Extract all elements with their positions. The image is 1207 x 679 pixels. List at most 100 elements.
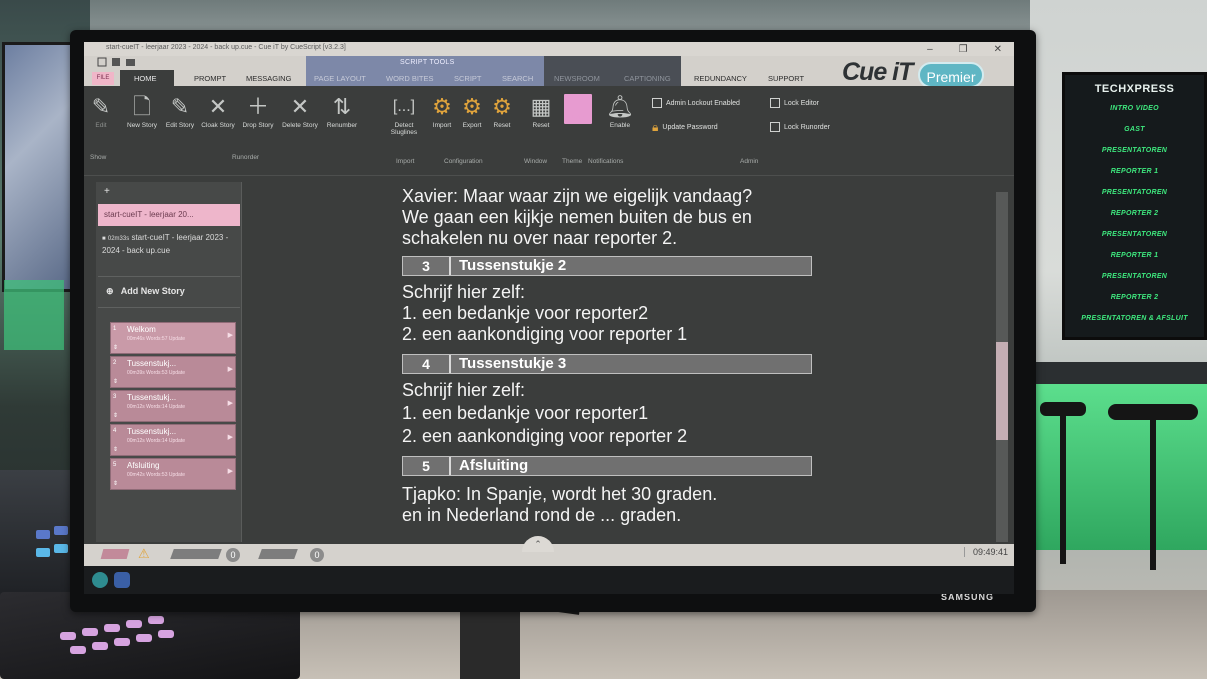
admin-lockout-checkbox[interactable]: Admin Lockout Enabled (652, 98, 740, 108)
grip-icon[interactable]: ⇕ (113, 480, 118, 487)
story-marker[interactable]: 4 Tussenstukje 3 (402, 354, 812, 374)
mixer-key (126, 620, 142, 628)
rundown-item: PRESENTATOREN (1101, 189, 1168, 196)
story-marker-number: 3 (403, 257, 451, 275)
quick-access-icons[interactable] (96, 56, 220, 68)
cloak-story-button[interactable]: ✕ Cloak Story (196, 94, 240, 129)
ribbon: ✎ Edit 🗋 New Story ✎ Edit Story ✕ Cloak … (84, 86, 1014, 176)
bar-icon (170, 549, 222, 559)
lock-editor-checkbox[interactable]: Lock Editor (770, 98, 819, 108)
lock-runorder-checkbox[interactable]: Lock Runorder (770, 122, 830, 132)
story-panel: + start-cueIT - leerjaar 20... ■ 02m33s … (96, 182, 242, 542)
story-meta: 00m46s Words:57 Update (127, 336, 185, 342)
expand-plus-icon[interactable]: + (104, 186, 110, 197)
rundown-item: REPORTER 2 (1110, 210, 1159, 217)
rundown-item: REPORTER 1 (1110, 168, 1159, 175)
play-arrow-icon: ▶ (227, 366, 233, 373)
prompter-area[interactable]: Xavier: Maar waar zijn we eigelijk vanda… (242, 182, 990, 542)
story-number: 2 (113, 360, 117, 366)
grip-icon[interactable]: ⇕ (113, 344, 118, 351)
play-arrow-icon: ▶ (227, 332, 233, 339)
story-meta: 00m42s Words:53 Update (127, 472, 185, 478)
edit-button[interactable]: ✎ Edit (86, 94, 116, 129)
tab-file[interactable]: FILE (92, 72, 114, 85)
speed-icon[interactable] (100, 549, 130, 559)
story-item[interactable]: 4 Tussenstukj... 00m12s Words:14 Update … (110, 424, 236, 456)
story-marker[interactable]: 3 Tussenstukje 2 (402, 256, 812, 276)
tab-prompt[interactable]: PROMPT (194, 74, 226, 83)
cue-it-taskbar-icon[interactable] (92, 572, 108, 588)
update-password-button[interactable]: 🔒︎ Update Password (652, 120, 718, 135)
mixer-key (92, 642, 108, 650)
rundown-item: INTRO VIDEO (1110, 105, 1159, 112)
story-name: Welkom (127, 325, 156, 334)
delete-story-button[interactable]: ✕ Delete Story (278, 94, 322, 129)
stool-leg (1150, 420, 1156, 570)
enable-notifications-button[interactable]: 🔔︎ Enable (600, 94, 640, 129)
grip-icon[interactable]: ⇕ (113, 446, 118, 453)
group-notifications: Notifications (588, 158, 624, 165)
script-line: 1. een bedankje voor reporter1 (402, 403, 649, 423)
tab-newsroom[interactable]: NEWSROOM (554, 74, 600, 83)
tab-word-bites[interactable]: WORD BITES (386, 74, 434, 83)
tab-home[interactable]: HOME (134, 74, 157, 83)
tab-page-layout[interactable]: PAGE LAYOUT (314, 74, 366, 83)
tab-messaging[interactable]: MESSAGING (246, 74, 291, 83)
story-item[interactable]: 3 Tussenstukj... 00m12s Words:14 Update … (110, 390, 236, 422)
mixer-pad (36, 548, 50, 557)
tab-captioning[interactable]: CAPTIONING (624, 74, 671, 83)
drop-story-button[interactable]: ＋ Drop Story (236, 94, 280, 129)
tab-support[interactable]: SUPPORT (768, 74, 804, 83)
export-button[interactable]: ⚙ Export (456, 94, 488, 129)
story-item[interactable]: 1 Welkom 00m46s Words:57 Update ▶ ⇕ (110, 322, 236, 354)
rundown-item: PRESENTATOREN (1101, 231, 1168, 238)
story-name: Afsluiting (127, 461, 160, 470)
story-item[interactable]: 5 Afsluiting 00m42s Words:53 Update ▶ ⇕ (110, 458, 236, 490)
story-marker[interactable]: 5 Afsluiting (402, 456, 812, 476)
scrollbar-thumb[interactable] (996, 342, 1008, 440)
rundown-item: PRESENTATOREN & AFSLUIT (1081, 315, 1188, 322)
pencil-icon: ✎ (91, 94, 111, 119)
window-controls: – ❐ ✕ (927, 42, 1002, 56)
grip-icon[interactable]: ⇕ (113, 378, 118, 385)
minimize-button[interactable]: – (927, 44, 933, 55)
windows-taskbar-icon[interactable] (114, 572, 130, 588)
rundown-item: PRESENTATOREN (1101, 273, 1168, 280)
tab-redundancy[interactable]: REDUNDANCY (694, 74, 747, 83)
document-tab[interactable]: start-cueIT - leerjaar 20... (98, 204, 240, 226)
checkbox-box[interactable] (770, 98, 780, 108)
grip-icon[interactable]: ⇕ (113, 412, 118, 419)
maximize-button[interactable]: ❐ (959, 44, 968, 55)
left-background-monitor (2, 42, 74, 292)
window-icon: ▦ (530, 94, 552, 119)
mixer-key (148, 616, 164, 624)
stool-seat (1108, 404, 1198, 420)
rundown-item: REPORTER 2 (1110, 294, 1159, 301)
import-button[interactable]: ⚙ Import (426, 94, 458, 129)
mixer-key (136, 634, 152, 642)
add-new-story-button[interactable]: ⊕ Add New Story (98, 276, 240, 308)
tools-icon[interactable] (258, 549, 298, 559)
checkbox-box[interactable] (770, 122, 780, 132)
tab-script[interactable]: SCRIPT (454, 74, 482, 83)
tab-search[interactable]: SEARCH (502, 74, 533, 83)
document-info: ■ 02m33s start-cueIT - leerjaar 2023 - 2… (102, 232, 238, 257)
script-tools-label: SCRIPT TOOLS (400, 59, 455, 66)
theme-button[interactable]: Dark (558, 94, 598, 124)
sort-arrows-icon: ⇅ (332, 94, 352, 119)
reset-window-button[interactable]: ▦ Reset (524, 94, 558, 129)
detect-sluglines-button[interactable]: [...] Detect Sluglines (382, 94, 426, 136)
checkbox-box[interactable] (652, 98, 662, 108)
renumber-button[interactable]: ⇅ Renumber (320, 94, 364, 129)
close-button[interactable]: ✕ (994, 44, 1002, 55)
clock: 09:49:41 (963, 547, 1008, 557)
story-item[interactable]: 2 Tussenstukj... 00m39s Words:53 Update … (110, 356, 236, 388)
story-marker-title: Tussenstukje 2 (459, 257, 567, 274)
story-number: 1 (113, 326, 117, 332)
story-name: Tussenstukj... (127, 427, 177, 436)
warning-icon[interactable]: ⚠ (138, 546, 150, 562)
story-marker-number: 4 (403, 355, 451, 373)
studio-desk (1030, 362, 1207, 384)
script-line: Tjapko: In Spanje, wordt het 30 graden. (402, 484, 718, 504)
reset-config-button[interactable]: ⚙ Reset (486, 94, 518, 129)
